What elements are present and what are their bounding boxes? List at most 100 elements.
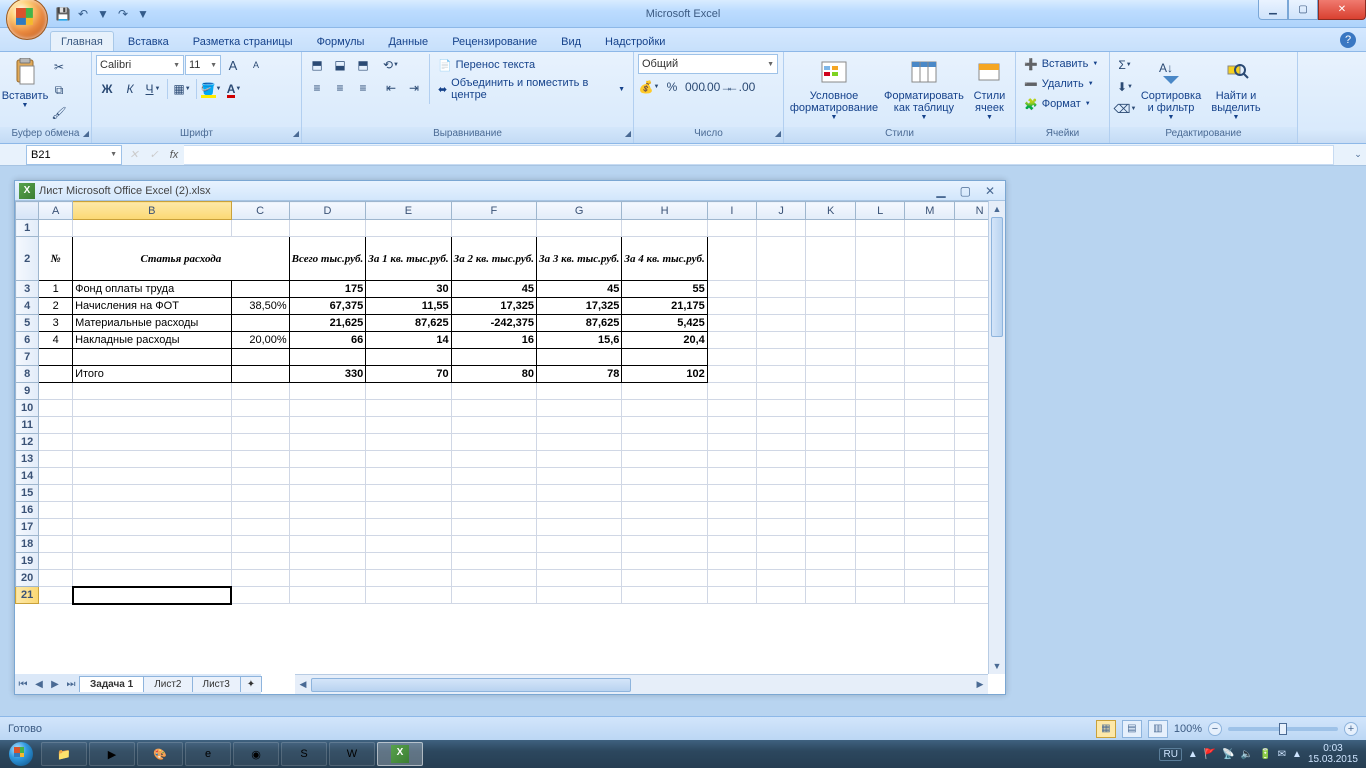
underline-button[interactable]: Ч▼ — [142, 78, 164, 100]
zoom-slider[interactable] — [1228, 727, 1338, 731]
start-button[interactable] — [2, 741, 40, 767]
tray-clock[interactable]: 0:0315.03.2015 — [1308, 743, 1358, 765]
formula-expand[interactable]: ⌄ — [1350, 149, 1366, 160]
font-name-combo[interactable]: Calibri▼ — [96, 55, 184, 75]
autosum[interactable]: Σ▼ — [1114, 54, 1136, 76]
sheet-tab-2[interactable]: Лист2 — [143, 676, 192, 692]
format-painter[interactable]: 🖌 — [48, 102, 70, 124]
task-paint[interactable]: 🎨 — [137, 742, 183, 766]
align-middle[interactable]: ⬓ — [329, 54, 351, 76]
tab-home[interactable]: Главная — [50, 31, 114, 51]
sheet-tab-new[interactable]: ✦ — [240, 676, 262, 692]
font-launcher[interactable]: ◢ — [293, 129, 299, 138]
enter-formula[interactable]: ✓ — [144, 145, 164, 165]
grow-font[interactable]: A — [222, 54, 244, 76]
view-page-break[interactable]: ▥ — [1148, 720, 1168, 738]
shrink-font[interactable]: A — [245, 54, 267, 76]
task-media[interactable]: ▶ — [89, 742, 135, 766]
increase-indent[interactable]: ⇥ — [403, 77, 425, 99]
conditional-formatting[interactable]: Условное форматирование▼ — [788, 54, 880, 124]
office-button[interactable] — [6, 0, 48, 40]
header-q4[interactable]: За 4 кв. тыс.руб. — [622, 237, 707, 281]
align-top[interactable]: ⬒ — [306, 54, 328, 76]
vertical-scrollbar[interactable]: ▲▼ — [988, 201, 1005, 674]
paste-button[interactable]: Вставить▼ — [4, 54, 46, 112]
number-launcher[interactable]: ◢ — [775, 129, 781, 138]
header-q3[interactable]: За 3 кв. тыс.руб. — [537, 237, 622, 281]
align-left[interactable]: ≡ — [306, 77, 328, 99]
number-format-combo[interactable]: Общий▼ — [638, 54, 778, 74]
task-ie[interactable]: e — [185, 742, 231, 766]
font-size-combo[interactable]: 11▼ — [185, 55, 221, 75]
format-cells[interactable]: 🧩Формат▼ — [1020, 94, 1105, 114]
cancel-formula[interactable]: ✕ — [124, 145, 144, 165]
active-cell[interactable] — [73, 587, 231, 604]
border-button[interactable]: ▦▼ — [171, 78, 193, 100]
tab-formulas[interactable]: Формулы — [307, 32, 375, 51]
task-excel[interactable] — [377, 742, 423, 766]
format-as-table[interactable]: Форматировать как таблицу▼ — [882, 54, 966, 124]
clear[interactable]: ⌫▼ — [1114, 98, 1136, 120]
sheet-nav-next[interactable]: ▶ — [47, 679, 63, 690]
font-color[interactable]: A▼ — [223, 78, 245, 100]
tab-data[interactable]: Данные — [378, 32, 438, 51]
header-q2[interactable]: За 2 кв. тыс.руб. — [451, 237, 536, 281]
doc-maximize[interactable]: ▢ — [960, 184, 971, 198]
zoom-value[interactable]: 100% — [1174, 723, 1202, 735]
copy-button[interactable]: ⧉ — [48, 79, 70, 101]
tab-addins[interactable]: Надстройки — [595, 32, 675, 51]
cut-button[interactable]: ✂ — [48, 56, 70, 78]
header-q1[interactable]: За 1 кв. тыс.руб. — [366, 237, 451, 281]
italic-button[interactable]: К — [119, 78, 141, 100]
sort-filter[interactable]: A↓ Сортировка и фильтр▼ — [1138, 54, 1204, 124]
formula-input[interactable] — [184, 145, 1334, 165]
doc-close[interactable]: ✕ — [985, 184, 995, 198]
decrease-decimal[interactable]: ←.00 — [730, 76, 752, 98]
zoom-in[interactable]: + — [1344, 722, 1358, 736]
fill-color[interactable]: 🪣▼ — [200, 78, 222, 100]
delete-cells[interactable]: ➖Удалить▼ — [1020, 74, 1105, 94]
header-total[interactable]: Всего тыс.руб. — [289, 237, 366, 281]
view-page-layout[interactable]: ▤ — [1122, 720, 1142, 738]
tab-view[interactable]: Вид — [551, 32, 591, 51]
sheet-nav-last[interactable]: ⏭ — [63, 679, 79, 690]
sheet-tab-1[interactable]: Задача 1 — [79, 676, 144, 692]
view-normal[interactable]: ▦ — [1096, 720, 1116, 738]
task-skype[interactable]: S — [281, 742, 327, 766]
align-bottom[interactable]: ⬒ — [352, 54, 374, 76]
find-select[interactable]: Найти и выделить▼ — [1206, 54, 1266, 124]
horizontal-scrollbar[interactable]: ◀▶ — [295, 674, 988, 694]
decrease-indent[interactable]: ⇤ — [380, 77, 402, 99]
fill[interactable]: ⬇▼ — [1114, 76, 1136, 98]
align-right[interactable]: ≡ — [352, 77, 374, 99]
doc-minimize[interactable]: ▁ — [936, 184, 945, 198]
window-minimize[interactable]: ▁ — [1258, 0, 1288, 20]
spreadsheet-grid[interactable]: A B CDE FGH IJK LMN 1 2 № Статья расхода… — [15, 201, 1005, 605]
sheet-nav-first[interactable]: ⏮ — [15, 679, 31, 690]
header-num[interactable]: № — [39, 237, 73, 281]
tab-insert[interactable]: Вставка — [118, 32, 179, 51]
insert-cells[interactable]: ➕Вставить▼ — [1020, 54, 1105, 74]
name-box[interactable]: B21▼ — [26, 145, 122, 165]
orientation[interactable]: ⟲▼ — [380, 54, 402, 76]
align-launcher[interactable]: ◢ — [625, 129, 631, 138]
task-word[interactable]: W — [329, 742, 375, 766]
zoom-out[interactable]: − — [1208, 722, 1222, 736]
column-headers[interactable]: A B CDE FGH IJK LMN — [16, 202, 1005, 220]
task-chrome[interactable]: ◉ — [233, 742, 279, 766]
align-center[interactable]: ≡ — [329, 77, 351, 99]
document-titlebar[interactable]: Лист Microsoft Office Excel (2).xlsx ▁ ▢… — [15, 181, 1005, 201]
currency[interactable]: 💰▼ — [638, 76, 660, 98]
header-article[interactable]: Статья расхода — [73, 237, 290, 281]
window-maximize[interactable]: ▢ — [1288, 0, 1318, 20]
percent[interactable]: % — [661, 76, 683, 98]
cell-styles[interactable]: Стили ячеек▼ — [968, 54, 1011, 124]
help-icon[interactable]: ? — [1340, 32, 1356, 48]
merge-center[interactable]: ⬌Объединить и поместить в центре▼ — [434, 78, 629, 100]
clipboard-launcher[interactable]: ◢ — [83, 129, 89, 138]
bold-button[interactable]: Ж — [96, 78, 118, 100]
system-tray[interactable]: RU ▲🚩📡🔈🔋✉▲ 0:0315.03.2015 — [1159, 743, 1364, 765]
task-explorer[interactable]: 📁 — [41, 742, 87, 766]
tab-page-layout[interactable]: Разметка страницы — [183, 32, 303, 51]
sheet-tab-3[interactable]: Лист3 — [192, 676, 241, 692]
